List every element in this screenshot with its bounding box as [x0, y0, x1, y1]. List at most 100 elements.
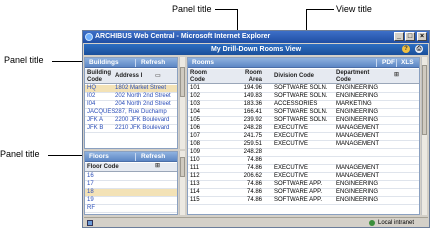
sort-icon[interactable]: ▭	[155, 73, 161, 80]
column-building-code[interactable]: Building Code	[87, 70, 111, 84]
table-row[interactable]: 106 248.28 EXECUTIVE MANAGEMENT	[188, 125, 419, 133]
status-zone: Local intranet	[378, 220, 415, 226]
window-title: ARCHIBUS Web Central - Microsoft Interne…	[95, 33, 271, 40]
buildings-rows: HQ 1802 Market Street I02 202 North 2nd St…	[85, 85, 177, 133]
list-item[interactable]: 18	[85, 189, 177, 197]
table-row[interactable]: 101 194.96 SOFTWARE SOLN. ENGINEERING	[188, 85, 419, 93]
rooms-column-header: Room Code Room Area Division Code Depart…	[188, 69, 419, 84]
floor-code[interactable]: 19	[87, 197, 94, 204]
ie-icon	[85, 33, 93, 41]
table-row[interactable]: 107 241.75 EXECUTIVE MANAGEMENT	[188, 133, 419, 141]
scrollbar-thumb[interactable]	[180, 157, 185, 177]
table-row[interactable]: 112 206.62 EXECUTIVE MANAGEMENT	[188, 173, 419, 181]
department-code: ENGINEERING	[336, 189, 379, 195]
building-code[interactable]: JACQUES	[87, 109, 115, 116]
floors-refresh-button[interactable]: Refresh	[141, 152, 165, 162]
floor-code[interactable]: 18	[87, 189, 94, 196]
table-row[interactable]: 102 149.83 SOFTWARE SOLN. ENGINEERING	[188, 93, 419, 101]
room-code: 108	[190, 141, 201, 147]
scrollbar-thumb[interactable]	[422, 65, 427, 135]
table-row[interactable]: I02 202 North 2nd Street	[85, 93, 177, 101]
building-code[interactable]: JFK B	[87, 125, 103, 132]
building-address[interactable]: 2200 JFK Boulevard	[115, 117, 169, 124]
floor-code[interactable]: 17	[87, 181, 94, 188]
list-item[interactable]: 19	[85, 197, 177, 205]
table-row[interactable]: JACQUES 287, Rue Duchamp	[85, 109, 177, 117]
building-address[interactable]: 204 North 2nd Street	[115, 101, 171, 108]
department-code: ENGINEERING	[336, 93, 379, 99]
division-code: SOFTWARE SOLN.	[274, 85, 328, 91]
building-code[interactable]: HQ	[87, 85, 96, 92]
view-title: My Drill-Down Rooms View	[210, 46, 302, 53]
room-area: 74.86	[246, 165, 262, 171]
building-address[interactable]: 287, Rue Duchamp	[115, 109, 167, 116]
view-title-bar: My Drill-Down Rooms View ? ⎙	[84, 44, 428, 55]
table-row[interactable]: JFK B 2210 JFK Boulevard	[85, 125, 177, 133]
building-code[interactable]: I04	[87, 101, 95, 108]
minimize-button[interactable]: _	[394, 32, 404, 41]
building-code[interactable]: JFK A	[87, 117, 103, 124]
close-button[interactable]: ×	[417, 32, 427, 41]
floor-code[interactable]: RF	[87, 205, 95, 212]
table-row[interactable]: 114 74.86 SOFTWARE APP. ENGINEERING	[188, 189, 419, 197]
table-row[interactable]: 113 74.86 SOFTWARE APP. ENGINEERING	[188, 181, 419, 189]
floors-panel-header: Floors Refresh	[85, 152, 177, 162]
room-area: 166.41	[243, 109, 262, 115]
room-area: 149.83	[243, 93, 262, 99]
building-code[interactable]: I02	[87, 93, 95, 100]
department-code: MANAGEMENT	[336, 165, 380, 171]
list-item[interactable]: 17	[85, 181, 177, 189]
department-code: ENGINEERING	[336, 109, 379, 115]
column-division-code[interactable]: Division Code	[274, 73, 314, 80]
column-room-area[interactable]: Room Area	[238, 70, 262, 84]
buildings-scrollbar[interactable]	[179, 57, 185, 149]
floors-rows: 16 17 18 19 RF	[85, 173, 177, 213]
rooms-panel-header: Rooms PDF XLS	[188, 58, 419, 68]
list-item[interactable]: 16	[85, 173, 177, 181]
help-icon[interactable]: ?	[402, 45, 410, 53]
room-area: 259.51	[243, 141, 262, 147]
scrollbar-thumb[interactable]	[180, 67, 185, 97]
table-row[interactable]: JFK A 2200 JFK Boulevard	[85, 117, 177, 125]
annotation-leader-view-title-h	[306, 9, 334, 10]
annotation-panel-title-left-bottom: Panel title	[0, 149, 40, 159]
department-code: MANAGEMENT	[336, 173, 380, 179]
floor-code[interactable]: 16	[87, 173, 94, 180]
room-code: 113	[190, 181, 200, 187]
division-code: EXECUTIVE	[274, 173, 309, 179]
pdf-button[interactable]: PDF	[382, 58, 395, 68]
column-floor-code[interactable]: Floor Code	[87, 164, 119, 171]
table-row[interactable]: 109 248.28	[188, 149, 419, 157]
rooms-scrollbar[interactable]	[421, 57, 427, 215]
add-filter-icon[interactable]: ⊞	[394, 72, 399, 79]
division-code: EXECUTIVE	[274, 141, 309, 147]
table-row[interactable]: 105 239.92 SOFTWARE SOLN. ENGINEERING	[188, 117, 419, 125]
division-code: ACCESSORIES	[274, 101, 318, 107]
filter-icon[interactable]: ⊞	[155, 163, 160, 170]
building-address[interactable]: 2210 JFK Boulevard	[115, 125, 169, 132]
floors-scrollbar[interactable]	[179, 151, 185, 215]
maximize-button[interactable]: □	[405, 32, 415, 41]
room-code: 115	[190, 197, 200, 203]
status-bar: Local intranet	[84, 217, 428, 227]
rooms-rows: 101 194.96 SOFTWARE SOLN. ENGINEERING 102 149…	[188, 85, 419, 205]
room-code: 101	[190, 85, 201, 91]
building-address[interactable]: 1802 Market Street	[115, 85, 166, 92]
table-row[interactable]: 103 183.36 ACCESSORIES MARKETING	[188, 101, 419, 109]
list-item[interactable]: RF	[85, 205, 177, 213]
print-icon[interactable]: ⎙	[415, 45, 423, 53]
table-row[interactable]: HQ 1802 Market Street	[85, 85, 177, 93]
column-address[interactable]: Address I	[115, 73, 142, 80]
table-row[interactable]: 108 259.51 EXECUTIVE MANAGEMENT	[188, 141, 419, 149]
table-row[interactable]: 111 74.86 EXECUTIVE MANAGEMENT	[188, 165, 419, 173]
column-department-code[interactable]: Department Code	[336, 70, 376, 84]
table-row[interactable]: 110 74.86	[188, 157, 419, 165]
table-row[interactable]: 104 166.41 SOFTWARE SOLN. ENGINEERING	[188, 109, 419, 117]
building-address[interactable]: 202 North 2nd Street	[115, 93, 171, 100]
column-room-code[interactable]: Room Code	[190, 70, 212, 84]
xls-button[interactable]: XLS	[401, 58, 414, 68]
table-row[interactable]: I04 204 North 2nd Street	[85, 101, 177, 109]
table-row[interactable]: 115 74.86 SOFTWARE APP. ENGINEERING	[188, 197, 419, 205]
buildings-refresh-button[interactable]: Refresh	[141, 58, 165, 68]
department-code: ENGINEERING	[336, 197, 379, 203]
